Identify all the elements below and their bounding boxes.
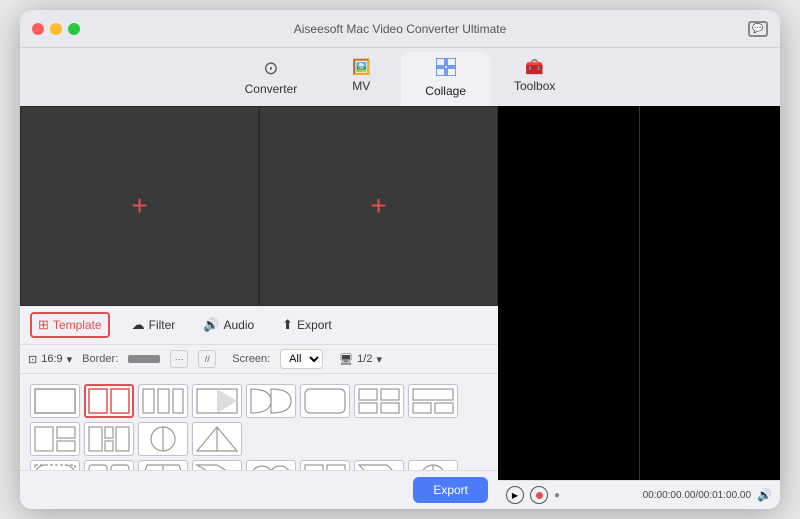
screen-select[interactable]: All 1 2	[280, 349, 323, 369]
aspect-ratio-selector[interactable]: ⊡ 16:9 ▾	[28, 353, 72, 366]
tab-mv-label: MV	[352, 79, 370, 93]
border-label: Border:	[82, 353, 118, 365]
audio-icon: 🔊	[203, 317, 219, 333]
stop-inner	[536, 492, 543, 499]
chat-icon[interactable]: 💬	[748, 21, 768, 37]
left-panel: + + ⊞ Template ☁ Filter 🔊 Audio	[20, 106, 498, 509]
filter-button[interactable]: ☁ Filter	[126, 314, 182, 336]
template-row-1	[30, 384, 488, 456]
template-6[interactable]	[300, 384, 350, 418]
template-7[interactable]	[354, 384, 404, 418]
template-25[interactable]	[246, 460, 296, 470]
export-ctrl-label: Export	[297, 318, 332, 332]
tab-bar: ⊙ Converter 🖼️ MV Collage 🧰 Toolbox	[20, 48, 780, 106]
controls-bar: ⊞ Template ☁ Filter 🔊 Audio ⬆ Export	[20, 306, 498, 345]
tab-collage-label: Collage	[425, 84, 466, 98]
tab-mv[interactable]: 🖼️ MV	[321, 52, 401, 106]
monitor-icon: 🖥	[339, 353, 353, 366]
tab-toolbox[interactable]: 🧰 Toolbox	[490, 52, 579, 106]
aspect-ratio-icon: ⊡	[28, 353, 37, 366]
border-solid[interactable]	[128, 355, 160, 363]
template-panel	[20, 374, 498, 470]
filter-icon: ☁	[132, 317, 145, 333]
aspect-ratio-value: 16:9	[41, 353, 62, 365]
template-23[interactable]	[138, 460, 188, 470]
record-dot: ●	[554, 490, 560, 501]
volume-icon[interactable]: 🔊	[757, 488, 772, 502]
template-12[interactable]	[192, 422, 242, 456]
right-video-cell-1[interactable]	[498, 106, 640, 480]
template-5[interactable]	[246, 384, 296, 418]
template-toolbar: ⊡ 16:9 ▾ Border: ⋯ // Screen: All 1 2	[20, 345, 498, 374]
screen-label: Screen:	[232, 353, 270, 365]
right-panel: ▶ ● 00:00:00.00/00:01:00.00 🔊	[498, 106, 780, 509]
monitor-selector[interactable]: 🖥 1/2 ▾	[339, 353, 382, 366]
minimize-button[interactable]	[50, 23, 62, 35]
template-26[interactable]	[300, 460, 350, 470]
preview-cell-1[interactable]: +	[20, 106, 259, 306]
template-3[interactable]	[138, 384, 188, 418]
template-22[interactable]	[84, 460, 134, 470]
window-title: Aiseesoft Mac Video Converter Ultimate	[294, 22, 507, 36]
template-label: Template	[53, 318, 102, 332]
template-11[interactable]	[138, 422, 188, 456]
template-28[interactable]	[408, 460, 458, 470]
tab-converter[interactable]: ⊙ Converter	[221, 52, 322, 106]
right-video-preview	[498, 106, 780, 480]
preview-cell-2[interactable]: +	[259, 106, 498, 306]
template-row-2	[30, 460, 488, 470]
monitor-chevron: ▾	[376, 353, 382, 366]
tab-converter-label: Converter	[245, 82, 298, 96]
traffic-lights	[32, 23, 80, 35]
aspect-ratio-chevron: ▾	[67, 353, 73, 366]
template-9[interactable]	[30, 422, 80, 456]
template-button[interactable]: ⊞ Template	[30, 312, 110, 338]
maximize-button[interactable]	[68, 23, 80, 35]
export-ctrl-button[interactable]: ⬆ Export	[276, 314, 338, 336]
template-8[interactable]	[408, 384, 458, 418]
template-4[interactable]	[192, 384, 242, 418]
audio-button[interactable]: 🔊 Audio	[197, 314, 260, 336]
add-icon-2: +	[370, 192, 386, 220]
add-icon-1: +	[131, 192, 147, 220]
main-layout: + + ⊞ Template ☁ Filter 🔊 Audio	[20, 106, 780, 509]
export-ctrl-icon: ⬆	[282, 317, 293, 333]
right-controls-bar: ▶ ● 00:00:00.00/00:01:00.00 🔊	[498, 480, 780, 509]
mv-icon: 🖼️	[352, 58, 371, 76]
preview-area: + +	[20, 106, 498, 306]
toolbox-icon: 🧰	[525, 58, 544, 76]
export-button[interactable]: Export	[413, 477, 488, 503]
filter-label: Filter	[149, 318, 176, 332]
export-bar: Export	[20, 470, 498, 509]
monitor-value: 1/2	[357, 353, 372, 365]
border-diag-btn[interactable]: //	[198, 350, 216, 368]
converter-icon: ⊙	[263, 58, 278, 79]
template-1[interactable]	[30, 384, 80, 418]
time-display: 00:00:00.00/00:01:00.00	[566, 490, 751, 501]
template-2[interactable]	[84, 384, 134, 418]
title-bar-right: 💬	[748, 21, 768, 37]
template-27[interactable]	[354, 460, 404, 470]
title-bar: Aiseesoft Mac Video Converter Ultimate 💬	[20, 10, 780, 48]
template-24[interactable]	[192, 460, 242, 470]
close-button[interactable]	[32, 23, 44, 35]
collage-icon	[436, 58, 456, 81]
tab-collage[interactable]: Collage	[401, 52, 490, 106]
app-window: Aiseesoft Mac Video Converter Ultimate 💬…	[20, 10, 780, 509]
tab-toolbox-label: Toolbox	[514, 79, 555, 93]
stop-button[interactable]	[530, 486, 548, 504]
template-grid	[26, 380, 492, 470]
audio-label: Audio	[223, 318, 254, 332]
right-video-cell-2[interactable]	[640, 106, 781, 480]
play-button[interactable]: ▶	[506, 486, 524, 504]
template-10[interactable]	[84, 422, 134, 456]
border-dot-btn[interactable]: ⋯	[170, 350, 188, 368]
template-21[interactable]	[30, 460, 80, 470]
template-icon: ⊞	[38, 317, 49, 333]
